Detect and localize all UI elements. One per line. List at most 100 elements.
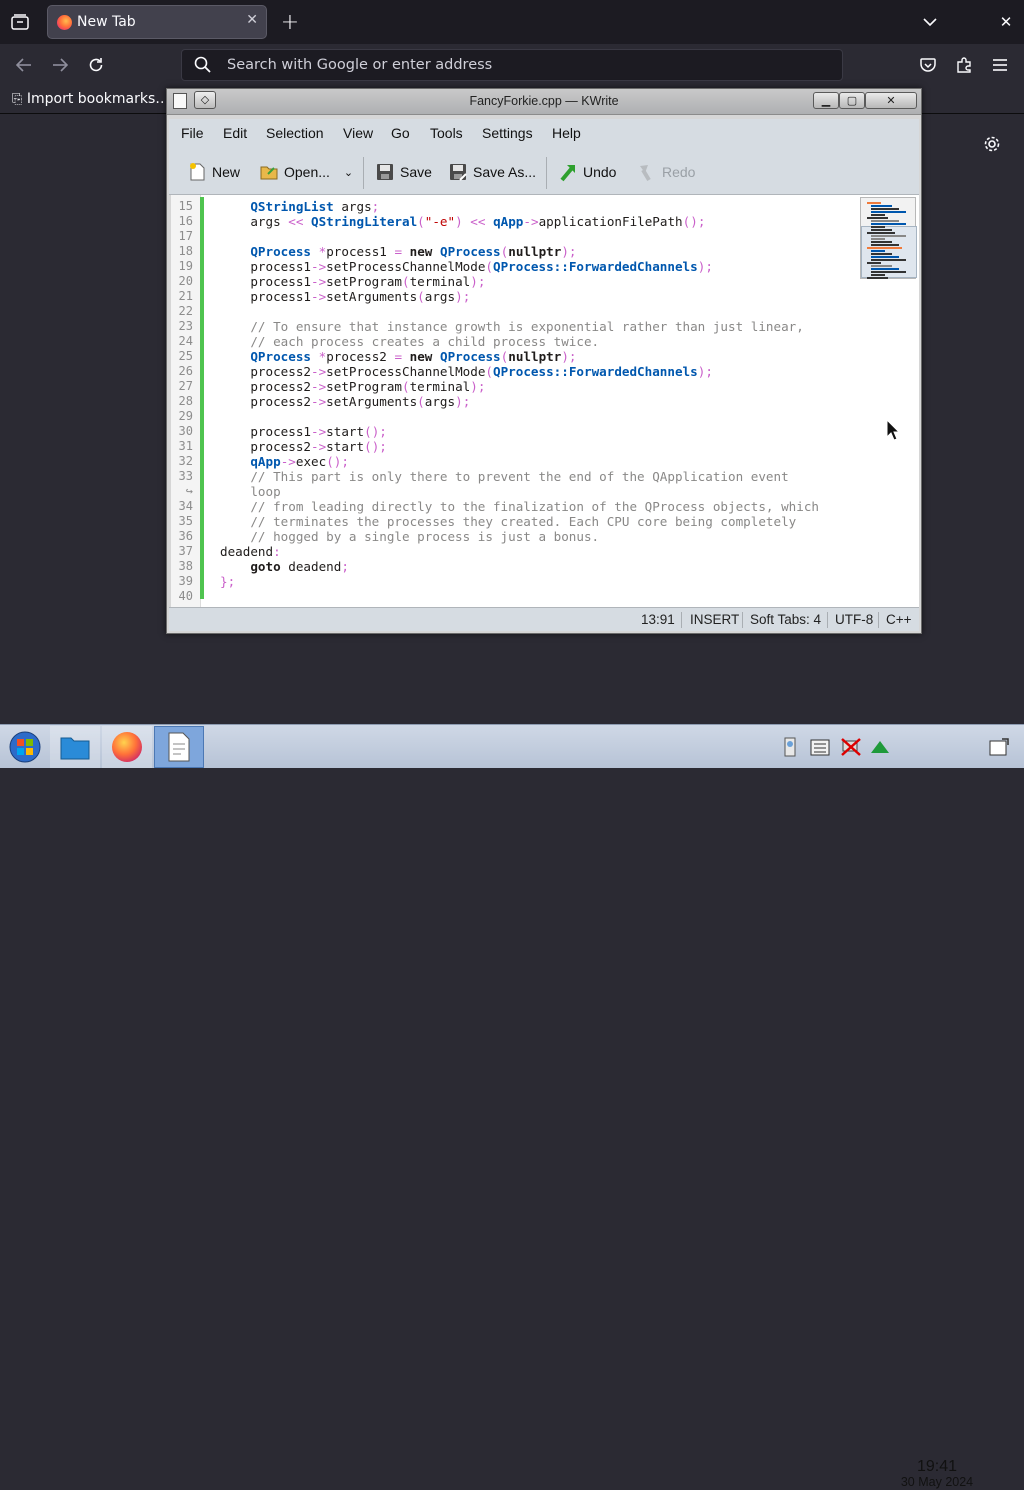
undo-arrow-icon	[558, 162, 578, 182]
line-number: ↪	[185, 484, 193, 498]
gear-icon[interactable]	[983, 135, 1001, 157]
chevron-down-icon[interactable]	[920, 12, 940, 32]
close-tab-icon[interactable]: ✕	[246, 12, 258, 28]
import-icon: ⎘	[12, 92, 23, 107]
line-text: process2->setArguments(args);	[220, 394, 471, 409]
save-label: Save	[400, 164, 432, 180]
code-editor[interactable]: 15 QStringList args; 16 args << QStringLi…	[171, 195, 919, 607]
minimize-button[interactable]: ▁	[813, 92, 839, 109]
kwrite-titlebar[interactable]: ◇ FancyForkie.cpp — KWrite ▁ ▢ ✕	[167, 89, 921, 115]
menu-edit[interactable]: Edit	[223, 125, 247, 141]
show-desktop-icon[interactable]	[984, 726, 1014, 768]
line-number: 19	[178, 259, 193, 273]
redo-arrow-icon	[637, 162, 657, 182]
start-button[interactable]	[0, 726, 50, 768]
minimap[interactable]	[860, 197, 917, 279]
input-mode[interactable]: INSERT	[690, 612, 739, 627]
tab-new-tab[interactable]: New Tab ✕	[47, 5, 267, 39]
clock[interactable]: 19:41 30 May 2024	[896, 1459, 978, 1490]
hamburger-menu-icon[interactable]	[990, 55, 1010, 75]
undo-button[interactable]: Undo	[558, 161, 616, 183]
line-text: QStringList args;	[250, 199, 380, 214]
status-bar: 13:91 INSERT Soft Tabs: 4 UTF-8 C++	[169, 607, 919, 631]
line-text: args << QStringLiteral("-e") << qApp->ap…	[220, 214, 706, 229]
menu-file[interactable]: File	[181, 125, 204, 141]
open-folder-icon	[259, 162, 279, 182]
tray-updates-icon[interactable]	[868, 726, 892, 768]
encoding[interactable]: UTF-8	[835, 612, 873, 627]
save-as-label: Save As...	[473, 164, 537, 180]
close-window-icon[interactable]: ✕	[996, 12, 1016, 32]
firefox-icon	[112, 732, 142, 762]
tab-list-icon[interactable]	[10, 12, 30, 32]
firefox-icon	[57, 15, 72, 30]
floppy-disk-icon	[375, 162, 395, 182]
line-text: // This part is only there to prevent th…	[250, 469, 789, 484]
line-text: // hogged by a single process is just a …	[250, 529, 600, 544]
minimap-line	[871, 241, 892, 243]
menu-view[interactable]: View	[343, 125, 373, 141]
save-button[interactable]: Save	[375, 161, 432, 183]
menu-selection[interactable]: Selection	[266, 125, 324, 141]
open-dropdown-arrow-icon[interactable]: ⌄	[344, 166, 353, 179]
new-tab-button[interactable]: +	[279, 10, 301, 35]
url-bar[interactable]: Search with Google or enter address	[181, 49, 843, 81]
open-button[interactable]: Open... ⌄	[259, 161, 353, 183]
minimap-line	[867, 262, 881, 264]
undo-label: Undo	[583, 164, 617, 180]
forward-arrow-icon[interactable]	[50, 55, 70, 75]
line-number: 17	[178, 229, 193, 243]
tab-title: New Tab	[77, 14, 136, 30]
cursor-position[interactable]: 13:91	[641, 612, 675, 627]
save-as-button[interactable]: Save As...	[448, 161, 536, 183]
minimap-line	[871, 244, 899, 246]
line-number: 16	[178, 214, 193, 228]
file-manager-task[interactable]	[50, 726, 100, 768]
line-text: QProcess *process1 = new QProcess(nullpt…	[250, 244, 577, 259]
reload-icon[interactable]	[86, 55, 106, 75]
syntax-mode[interactable]: C++	[886, 612, 912, 627]
minimap-line	[871, 211, 906, 213]
indentation-mode[interactable]: Soft Tabs: 4	[750, 612, 821, 627]
window-title: FancyForkie.cpp — KWrite	[469, 94, 619, 108]
minimap-line	[871, 268, 899, 270]
menu-bar: File Edit Selection View Go Tools Settin…	[169, 119, 919, 149]
maximize-button[interactable]: ▢	[839, 92, 865, 109]
tray-notes-icon[interactable]	[780, 726, 800, 768]
minimap-line	[867, 232, 895, 234]
menu-settings[interactable]: Settings	[482, 125, 533, 141]
close-button[interactable]: ✕	[865, 92, 917, 109]
minimap-line	[871, 214, 885, 216]
line-text: process2->setProgram(terminal);	[220, 379, 486, 394]
menu-go[interactable]: Go	[391, 125, 410, 141]
search-icon	[194, 56, 212, 78]
line-number: 27	[178, 379, 193, 393]
menu-help[interactable]: Help	[552, 125, 581, 141]
line-number: 15	[178, 199, 193, 213]
line-number: 22	[178, 304, 193, 318]
minimap-line	[871, 226, 885, 228]
line-text: // To ensure that instance growth is exp…	[250, 319, 804, 334]
pocket-icon[interactable]	[918, 55, 938, 75]
minimap-line	[871, 229, 892, 231]
menu-tools[interactable]: Tools	[430, 125, 463, 141]
extensions-icon[interactable]	[954, 55, 974, 75]
kwrite-task[interactable]	[154, 726, 204, 768]
status-separator	[827, 612, 828, 628]
minimap-line	[867, 217, 888, 219]
line-number: 20	[178, 274, 193, 288]
line-text: process1->setProgram(terminal);	[220, 274, 486, 289]
back-arrow-icon[interactable]	[14, 55, 34, 75]
minimap-line	[867, 277, 888, 279]
tray-network-disconnected-icon[interactable]	[838, 726, 864, 768]
line-number: 26	[178, 364, 193, 378]
line-number: 23	[178, 319, 193, 333]
new-button[interactable]: New	[187, 161, 240, 183]
redo-button[interactable]: Redo	[637, 161, 695, 183]
import-bookmarks-link[interactable]: ⎘ Import bookmarks…	[12, 91, 169, 107]
firefox-task[interactable]	[102, 726, 152, 768]
kwrite-window[interactable]: ◇ FancyForkie.cpp — KWrite ▁ ▢ ✕ File Ed…	[166, 88, 922, 634]
status-separator	[681, 612, 682, 628]
tray-clipboard-icon[interactable]	[808, 726, 832, 768]
new-document-icon	[187, 162, 207, 182]
